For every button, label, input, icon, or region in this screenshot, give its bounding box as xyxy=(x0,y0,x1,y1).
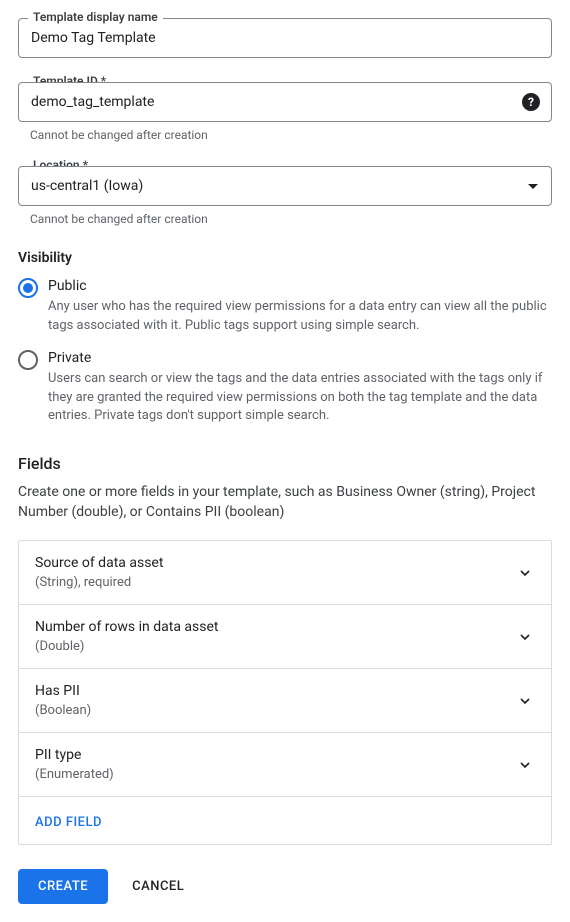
chevron-down-icon xyxy=(515,563,535,583)
template-id-helper: Cannot be changed after creation xyxy=(30,128,552,142)
field-row-name: PII type xyxy=(35,747,515,763)
radio-public[interactable] xyxy=(18,278,38,298)
field-row-type: (Double) xyxy=(35,639,515,654)
help-icon[interactable]: ? xyxy=(522,93,540,111)
field-row[interactable]: Source of data asset (String), required xyxy=(19,541,551,605)
field-row-type: (Boolean) xyxy=(35,703,515,718)
radio-private[interactable] xyxy=(18,350,38,370)
radio-private-label: Private xyxy=(48,350,552,366)
fields-description: Create one or more fields in your templa… xyxy=(18,483,552,522)
location-input[interactable] xyxy=(18,166,552,206)
template-id-field: Template ID * ? xyxy=(18,82,552,122)
visibility-section: Visibility Public Any user who has the r… xyxy=(18,250,552,426)
field-row-type: (Enumerated) xyxy=(35,767,515,782)
add-field-row: ADD FIELD xyxy=(19,797,551,844)
radio-public-label: Public xyxy=(48,278,552,294)
field-row-name: Source of data asset xyxy=(35,555,515,571)
create-button[interactable]: CREATE xyxy=(18,869,108,904)
location-field: Location * xyxy=(18,166,552,206)
chevron-down-icon xyxy=(515,627,535,647)
field-row-name: Has PII xyxy=(35,683,515,699)
display-name-input[interactable] xyxy=(18,18,552,58)
location-helper: Cannot be changed after creation xyxy=(30,212,552,226)
button-row: CREATE CANCEL xyxy=(18,869,552,904)
location-select[interactable] xyxy=(18,166,552,206)
fields-section: Fields Create one or more fields in your… xyxy=(18,454,552,845)
cancel-button[interactable]: CANCEL xyxy=(132,879,184,894)
field-row[interactable]: PII type (Enumerated) xyxy=(19,733,551,797)
field-row-name: Number of rows in data asset xyxy=(35,619,515,635)
radio-private-desc: Users can search or view the tags and th… xyxy=(48,370,552,427)
visibility-option-public[interactable]: Public Any user who has the required vie… xyxy=(18,278,552,336)
visibility-title: Visibility xyxy=(18,250,552,266)
template-id-input[interactable] xyxy=(18,82,552,122)
fields-list: Source of data asset (String), required … xyxy=(18,540,552,845)
field-row[interactable]: Has PII (Boolean) xyxy=(19,669,551,733)
display-name-label: Template display name xyxy=(28,10,163,24)
fields-title: Fields xyxy=(18,454,552,473)
visibility-option-private[interactable]: Private Users can search or view the tag… xyxy=(18,350,552,427)
add-field-button[interactable]: ADD FIELD xyxy=(35,815,102,830)
chevron-down-icon xyxy=(515,691,535,711)
chevron-down-icon xyxy=(515,755,535,775)
radio-public-desc: Any user who has the required view permi… xyxy=(48,298,552,336)
field-row-type: (String), required xyxy=(35,575,515,590)
field-row[interactable]: Number of rows in data asset (Double) xyxy=(19,605,551,669)
display-name-field: Template display name xyxy=(18,18,552,58)
